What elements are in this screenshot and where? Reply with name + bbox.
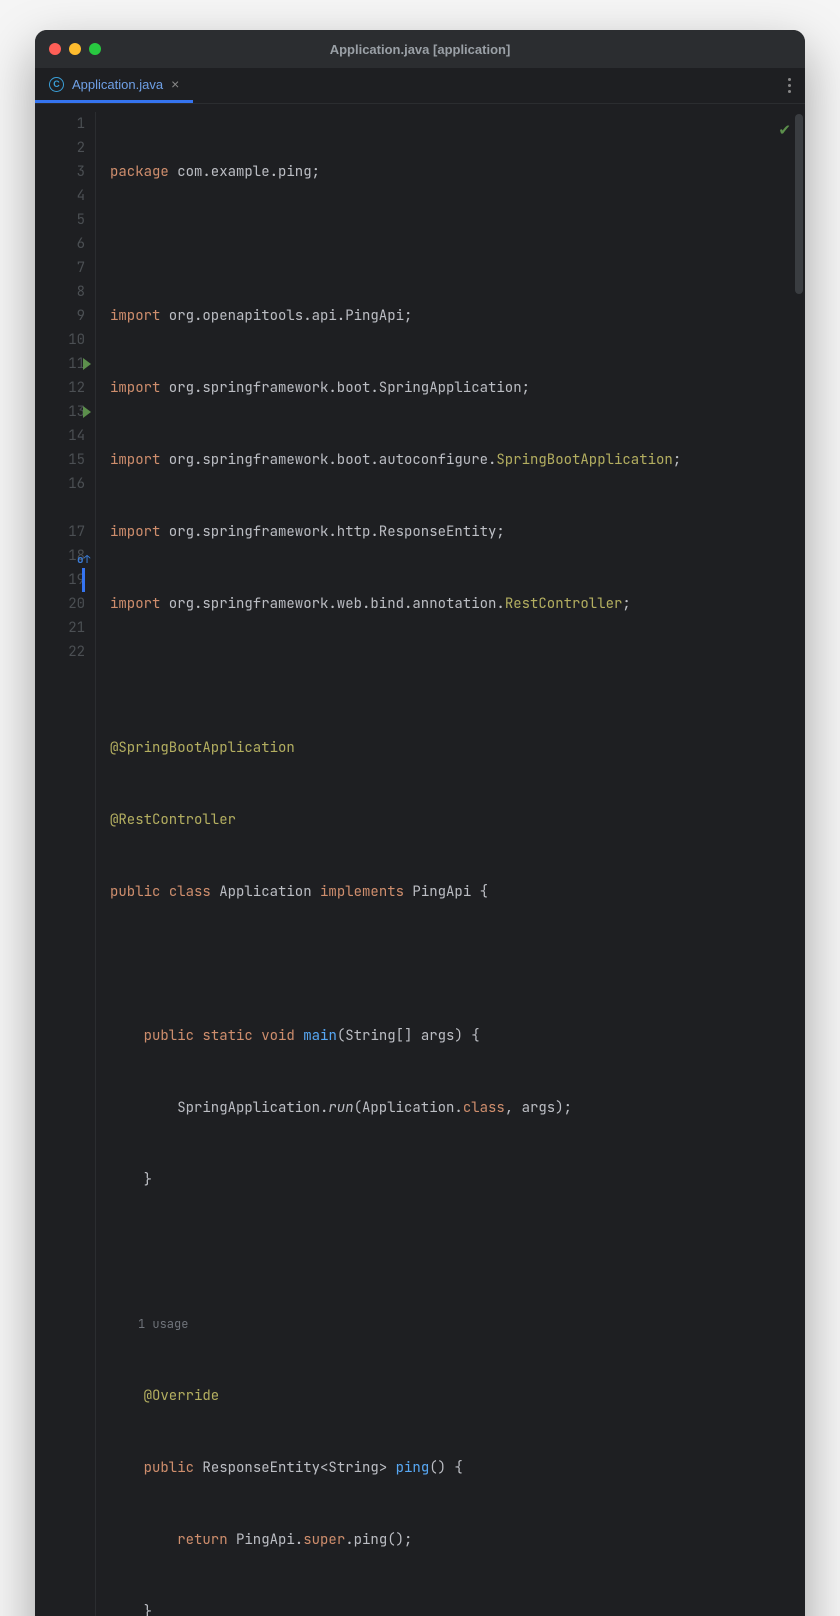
code-area[interactable]: package com.example.ping; import org.ope… <box>95 112 805 1616</box>
close-window-button[interactable] <box>49 43 61 55</box>
tabbar-spacer <box>193 68 774 103</box>
changed-line-marker <box>82 568 85 592</box>
inlay-gutter <box>35 496 85 520</box>
maximize-window-button[interactable] <box>89 43 101 55</box>
window-title: Application.java [application] <box>35 42 805 57</box>
editor-window: Application.java [application] C Applica… <box>35 30 805 1616</box>
tab-options-icon[interactable] <box>774 68 805 103</box>
tab-close-icon[interactable]: × <box>171 77 179 91</box>
class-file-icon: C <box>49 77 64 92</box>
tab-label: Application.java <box>72 77 163 92</box>
tabbar: C Application.java × <box>35 68 805 104</box>
run-gutter-icon[interactable] <box>83 358 91 370</box>
code-editor[interactable]: ✔ 1 2 3 4 5 6 7 8 9 10 11 12 13 14 15 16… <box>35 104 805 1616</box>
minimize-window-button[interactable] <box>69 43 81 55</box>
run-gutter-icon[interactable] <box>83 406 91 418</box>
usage-inlay-hint[interactable]: 1 usage <box>110 1312 805 1336</box>
gutter[interactable]: 1 2 3 4 5 6 7 8 9 10 11 12 13 14 15 16 1… <box>35 112 95 1616</box>
traffic-lights <box>49 43 101 55</box>
tab-application-java[interactable]: C Application.java × <box>35 68 193 103</box>
titlebar[interactable]: Application.java [application] <box>35 30 805 68</box>
